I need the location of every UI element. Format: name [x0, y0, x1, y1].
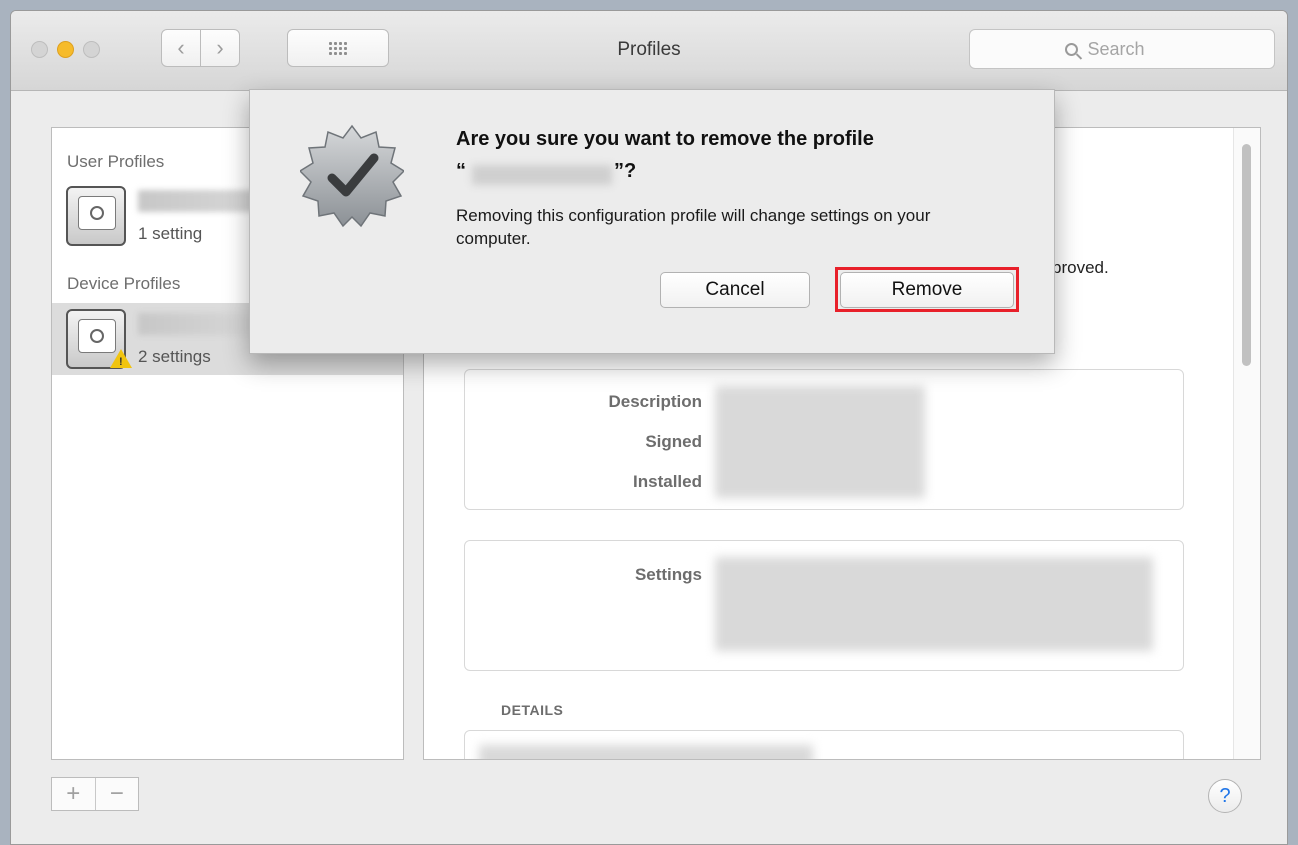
- scrollbar-thumb[interactable]: [1242, 144, 1251, 366]
- info-values-redacted: [715, 386, 925, 498]
- add-profile-button[interactable]: +: [52, 778, 95, 810]
- verified-badge-icon: [300, 124, 404, 228]
- device-profiles-header: Device Profiles: [67, 274, 181, 293]
- dialog-message: Removing this configuration profile will…: [456, 206, 931, 248]
- profiles-window: ‹ › Profiles User Profiles 1 setting: [10, 10, 1288, 845]
- settings-values-redacted: [715, 557, 1153, 651]
- profile-settings-count: 1 setting: [138, 224, 203, 243]
- gear-icon: [90, 329, 104, 343]
- details-box: [464, 730, 1184, 759]
- help-button[interactable]: ?: [1208, 779, 1242, 813]
- remove-profile-button[interactable]: −: [96, 778, 139, 810]
- profile-info-box: Description Signed Installed: [464, 369, 1184, 510]
- cancel-button[interactable]: Cancel: [660, 272, 810, 308]
- settings-box: Settings: [464, 540, 1184, 671]
- profile-icon: !: [66, 309, 132, 369]
- dialog-quote-open: “: [456, 160, 466, 182]
- remove-button[interactable]: Remove: [840, 272, 1014, 308]
- remove-profile-dialog: Are you sure you want to remove the prof…: [249, 89, 1055, 354]
- add-remove-control: + −: [51, 777, 139, 811]
- search-field[interactable]: [969, 29, 1275, 69]
- search-input[interactable]: [1085, 37, 1180, 61]
- dialog-quote-close: ”?: [614, 160, 637, 182]
- approval-status-text: proved.: [1052, 258, 1109, 277]
- signed-label: Signed: [645, 432, 702, 451]
- dialog-title: Are you sure you want to remove the prof…: [456, 128, 874, 150]
- description-label: Description: [608, 392, 702, 411]
- search-icon: [1064, 42, 1078, 56]
- profile-icon: [66, 186, 126, 246]
- gear-icon: [90, 206, 104, 220]
- scrollbar[interactable]: [1233, 128, 1260, 759]
- profile-name-redacted: [472, 165, 612, 185]
- details-value-redacted: [479, 745, 813, 759]
- title-bar: ‹ › Profiles: [11, 11, 1287, 91]
- details-heading: DETAILS: [501, 702, 564, 718]
- user-profiles-header: User Profiles: [67, 152, 165, 171]
- settings-label: Settings: [634, 565, 702, 584]
- profile-settings-count: 2 settings: [138, 347, 211, 366]
- installed-label: Installed: [633, 472, 702, 491]
